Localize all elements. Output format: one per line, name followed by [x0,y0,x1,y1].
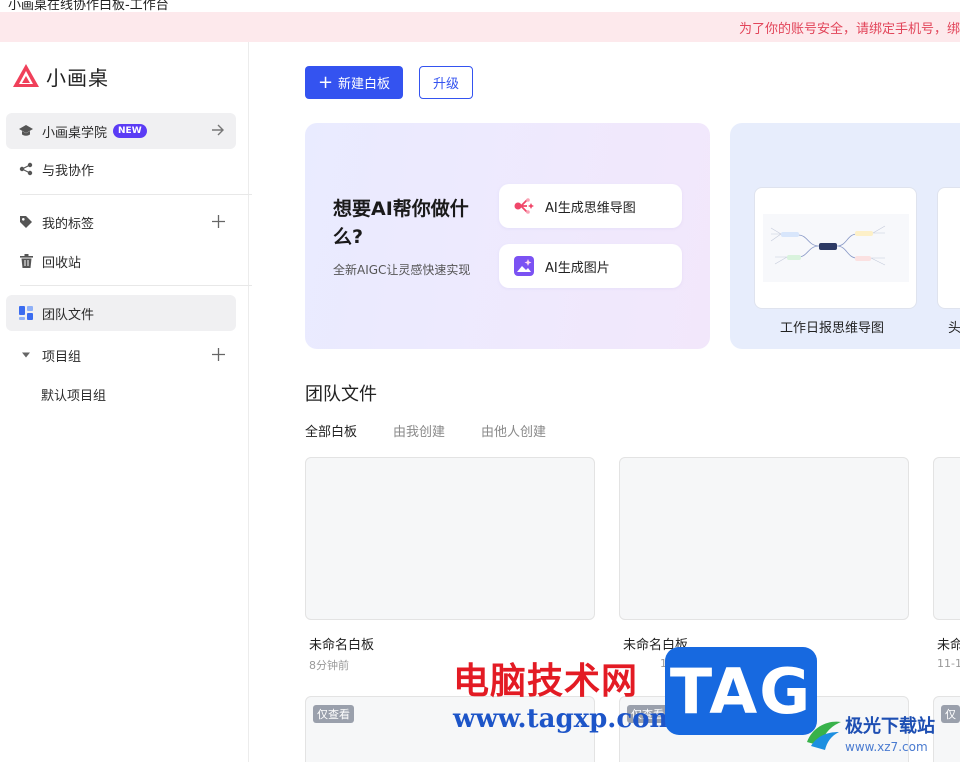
new-board-label: 新建白板 [338,77,391,92]
tab-created-by-me[interactable]: 由我创建 [393,421,445,440]
sidebar: 小画桌 小画桌学院 NEW 与我协作 我的标签 回收站 团队文件 项目组 默认项… [0,42,252,762]
sidebar-item-projects[interactable]: 项目组 [6,337,236,373]
template-thumbnail [763,214,909,282]
sidebar-divider [20,285,252,286]
view-only-tag: 仅查看 [313,705,354,723]
arrow-right-icon [210,122,226,138]
sidebar-item-team-files[interactable]: 团队文件 [6,295,236,331]
sidebar-item-tags[interactable]: 我的标签 [6,204,236,240]
watermark-url: www.tagxp.com [453,704,678,734]
team-files-icon [18,305,34,321]
board-card[interactable] [619,457,909,620]
security-notice-bar[interactable]: 为了你的账号安全，请绑定手机号，绑 [0,12,960,42]
view-only-tag: 仅 [941,705,960,723]
ai-banner-title: 想要AI帮你做什么? [333,198,469,248]
sidebar-divider [20,194,252,195]
template-label: 工作日报思维导图 [780,321,885,336]
new-badge: NEW [113,124,147,138]
board-time: 11-1 [937,657,960,670]
sidebar-item-label: 团队文件 [42,307,95,323]
board-card[interactable] [305,457,595,620]
sidebar-item-label: 回收站 [42,255,82,271]
template-card[interactable] [937,187,960,309]
board-card[interactable] [933,457,960,620]
watermark-text: 电脑技术网 [453,661,639,702]
sidebar-item-label: 与我协作 [42,163,95,179]
app-logo[interactable]: 小画桌 [12,62,109,90]
sidebar-item-label: 项目组 [42,349,82,365]
board-time: 8分钟前 [309,659,349,672]
add-tag-plus-icon[interactable] [210,213,226,229]
watermark-site-name: 极光下载站 [845,716,935,737]
template-card[interactable] [754,187,917,309]
window-titlebar: 小画桌在线协作白板-工作台 [0,0,960,12]
mindmap-icon [513,195,535,217]
sidebar-item-academy[interactable]: 小画桌学院 NEW [6,113,236,149]
ai-banner-subtitle: 全新AIGC让灵感快速实现 [333,263,471,277]
notice-text: 为了你的账号安全，请绑定手机号，绑 [738,22,960,37]
section-title: 团队文件 [305,384,377,405]
caret-down-icon[interactable] [18,347,34,363]
sidebar-item-default-project[interactable]: 默认项目组 [41,385,106,404]
aurora-logo-icon [807,721,841,750]
template-carousel: 工作日报思维导图 头 [730,123,960,349]
tag-icon [18,214,34,230]
sidebar-item-collab[interactable]: 与我协作 [6,151,236,187]
board-name[interactable]: 未命 [937,634,960,653]
logo-text: 小画桌 [46,65,109,90]
ai-mindmap-label: AI生成思维导图 [545,200,636,216]
tab-created-by-others[interactable]: 由他人创建 [481,421,546,440]
ai-image-label: AI生成图片 [545,260,610,276]
share-icon [18,161,34,177]
window-title: 小画桌在线协作白板-工作台 [8,0,169,12]
sidebar-item-label: 小画桌学院 [42,125,108,141]
upgrade-button[interactable]: 升级 [419,66,473,99]
board-card[interactable]: 仅 [933,696,960,762]
ai-mindmap-button[interactable]: AI生成思维导图 [499,184,682,228]
tab-all-boards[interactable]: 全部白板 [305,421,357,440]
watermark-site-url: www.xz7.com [845,740,928,754]
plus-icon: + [317,71,334,93]
ai-image-icon [513,255,535,277]
add-project-plus-icon[interactable] [210,346,226,362]
logo-icon [13,64,39,87]
ai-image-button[interactable]: AI生成图片 [499,244,682,288]
new-board-button[interactable]: + 新建白板 [305,66,403,99]
watermark-tag-logo: TAG [665,647,817,735]
template-label: 头 [948,321,960,336]
graduation-cap-icon [18,123,34,139]
trash-icon [18,253,34,269]
sidebar-item-label: 我的标签 [42,216,95,232]
ai-banner: 想要AI帮你做什么? 全新AIGC让灵感快速实现 AI生成思维导图 AI生成图片 [305,123,710,349]
sidebar-item-trash[interactable]: 回收站 [6,243,236,279]
board-name[interactable]: 未命名白板 [309,634,374,653]
